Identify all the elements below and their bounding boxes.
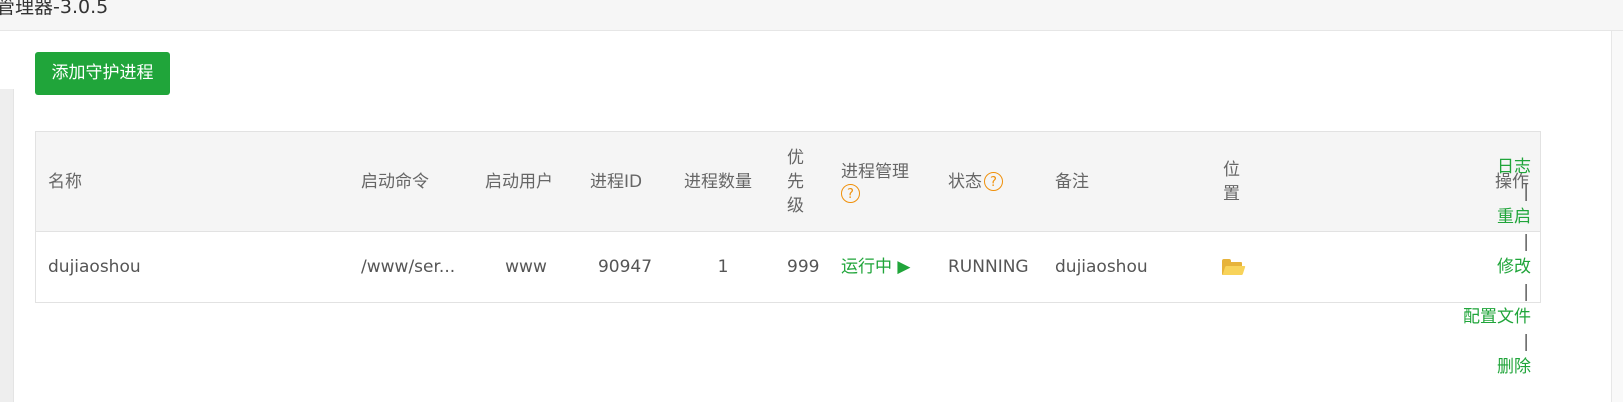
cell-user: www xyxy=(485,231,567,303)
window-title: 管理器-3.0.5 xyxy=(0,0,109,18)
process-name: dujiaoshou xyxy=(48,257,141,277)
header-user: 启动用户 xyxy=(485,132,575,231)
header-location: 位 置 xyxy=(1223,132,1263,231)
header-count: 进程数量 xyxy=(684,132,774,231)
header-pid: 进程ID xyxy=(590,132,670,231)
table-header: 名称 启动命令 启动用户 进程ID 进程数量 优 先 级 进程管理 ? 状态 ?… xyxy=(36,132,1540,232)
header-priority-label-1: 优 xyxy=(787,147,804,168)
header-location-label-2: 置 xyxy=(1223,183,1240,204)
cell-location xyxy=(1222,231,1252,303)
process-running-toggle[interactable]: 运行中 ▶ xyxy=(841,255,910,279)
restart-link[interactable]: 重启 xyxy=(1497,207,1531,227)
header-priority-label-3: 级 xyxy=(787,195,804,216)
header-name-label: 名称 xyxy=(48,171,82,192)
process-status: RUNNING xyxy=(948,257,1029,277)
header-remark: 备注 xyxy=(1055,132,1195,231)
process-pid: 90947 xyxy=(597,257,653,277)
cell-pid: 90947 xyxy=(590,231,660,303)
help-icon[interactable]: ? xyxy=(984,172,1003,191)
add-daemon-button[interactable]: 添加守护进程 xyxy=(35,52,170,95)
cell-priority: 999 xyxy=(787,231,827,303)
header-pid-label: 进程ID xyxy=(590,171,643,192)
process-remark: dujiaoshou xyxy=(1055,257,1148,277)
process-count: 1 xyxy=(717,257,729,277)
header-priority: 优 先 级 xyxy=(787,132,827,231)
cell-name: dujiaoshou xyxy=(48,231,338,303)
header-command-label: 启动命令 xyxy=(361,171,429,192)
header-manage-label: 进程管理 xyxy=(841,162,909,182)
header-status: 状态 ? xyxy=(948,132,1043,231)
header-command: 启动命令 xyxy=(361,132,471,231)
process-table: 名称 启动命令 启动用户 进程ID 进程数量 优 先 级 进程管理 ? 状态 ?… xyxy=(35,131,1541,377)
cell-manage: 运行中 ▶ xyxy=(841,231,936,303)
cell-command: /www/ser... xyxy=(361,231,471,303)
header-priority-label-2: 先 xyxy=(787,171,804,192)
window-title-bar: 管理器-3.0.5 xyxy=(0,0,1623,31)
process-command: /www/ser... xyxy=(361,257,456,277)
vertical-scrollbar[interactable] xyxy=(1611,31,1623,402)
folder-open-icon[interactable] xyxy=(1222,259,1246,275)
delete-link[interactable]: 删除 xyxy=(1497,357,1531,377)
edit-link[interactable]: 修改 xyxy=(1497,257,1531,277)
header-user-label: 启动用户 xyxy=(485,171,553,192)
left-panel-edge xyxy=(0,89,14,402)
cell-status: RUNNING xyxy=(948,231,1043,303)
config-file-link[interactable]: 配置文件 xyxy=(1463,307,1531,327)
process-user: www xyxy=(505,257,547,277)
cell-count: 1 xyxy=(684,231,762,303)
header-location-label-1: 位 xyxy=(1223,159,1240,180)
cell-remark: dujiaoshou xyxy=(1055,231,1195,303)
process-priority: 999 xyxy=(787,257,820,277)
log-link[interactable]: 日志 xyxy=(1497,157,1531,177)
table-row: dujiaoshou /www/ser... www 90947 1 999 运… xyxy=(36,157,1540,377)
header-status-label: 状态 xyxy=(948,171,982,192)
help-icon[interactable]: ? xyxy=(841,184,860,203)
header-remark-label: 备注 xyxy=(1055,171,1089,192)
action-links: 日志 | 重启 | 修改 | 配置文件 | 删除 xyxy=(1463,156,1531,377)
cell-actions: 日志 | 重启 | 修改 | 配置文件 | 删除 xyxy=(1276,157,1531,377)
header-name: 名称 xyxy=(48,132,338,231)
header-count-label: 进程数量 xyxy=(684,171,752,192)
header-manage: 进程管理 ? xyxy=(841,132,936,231)
